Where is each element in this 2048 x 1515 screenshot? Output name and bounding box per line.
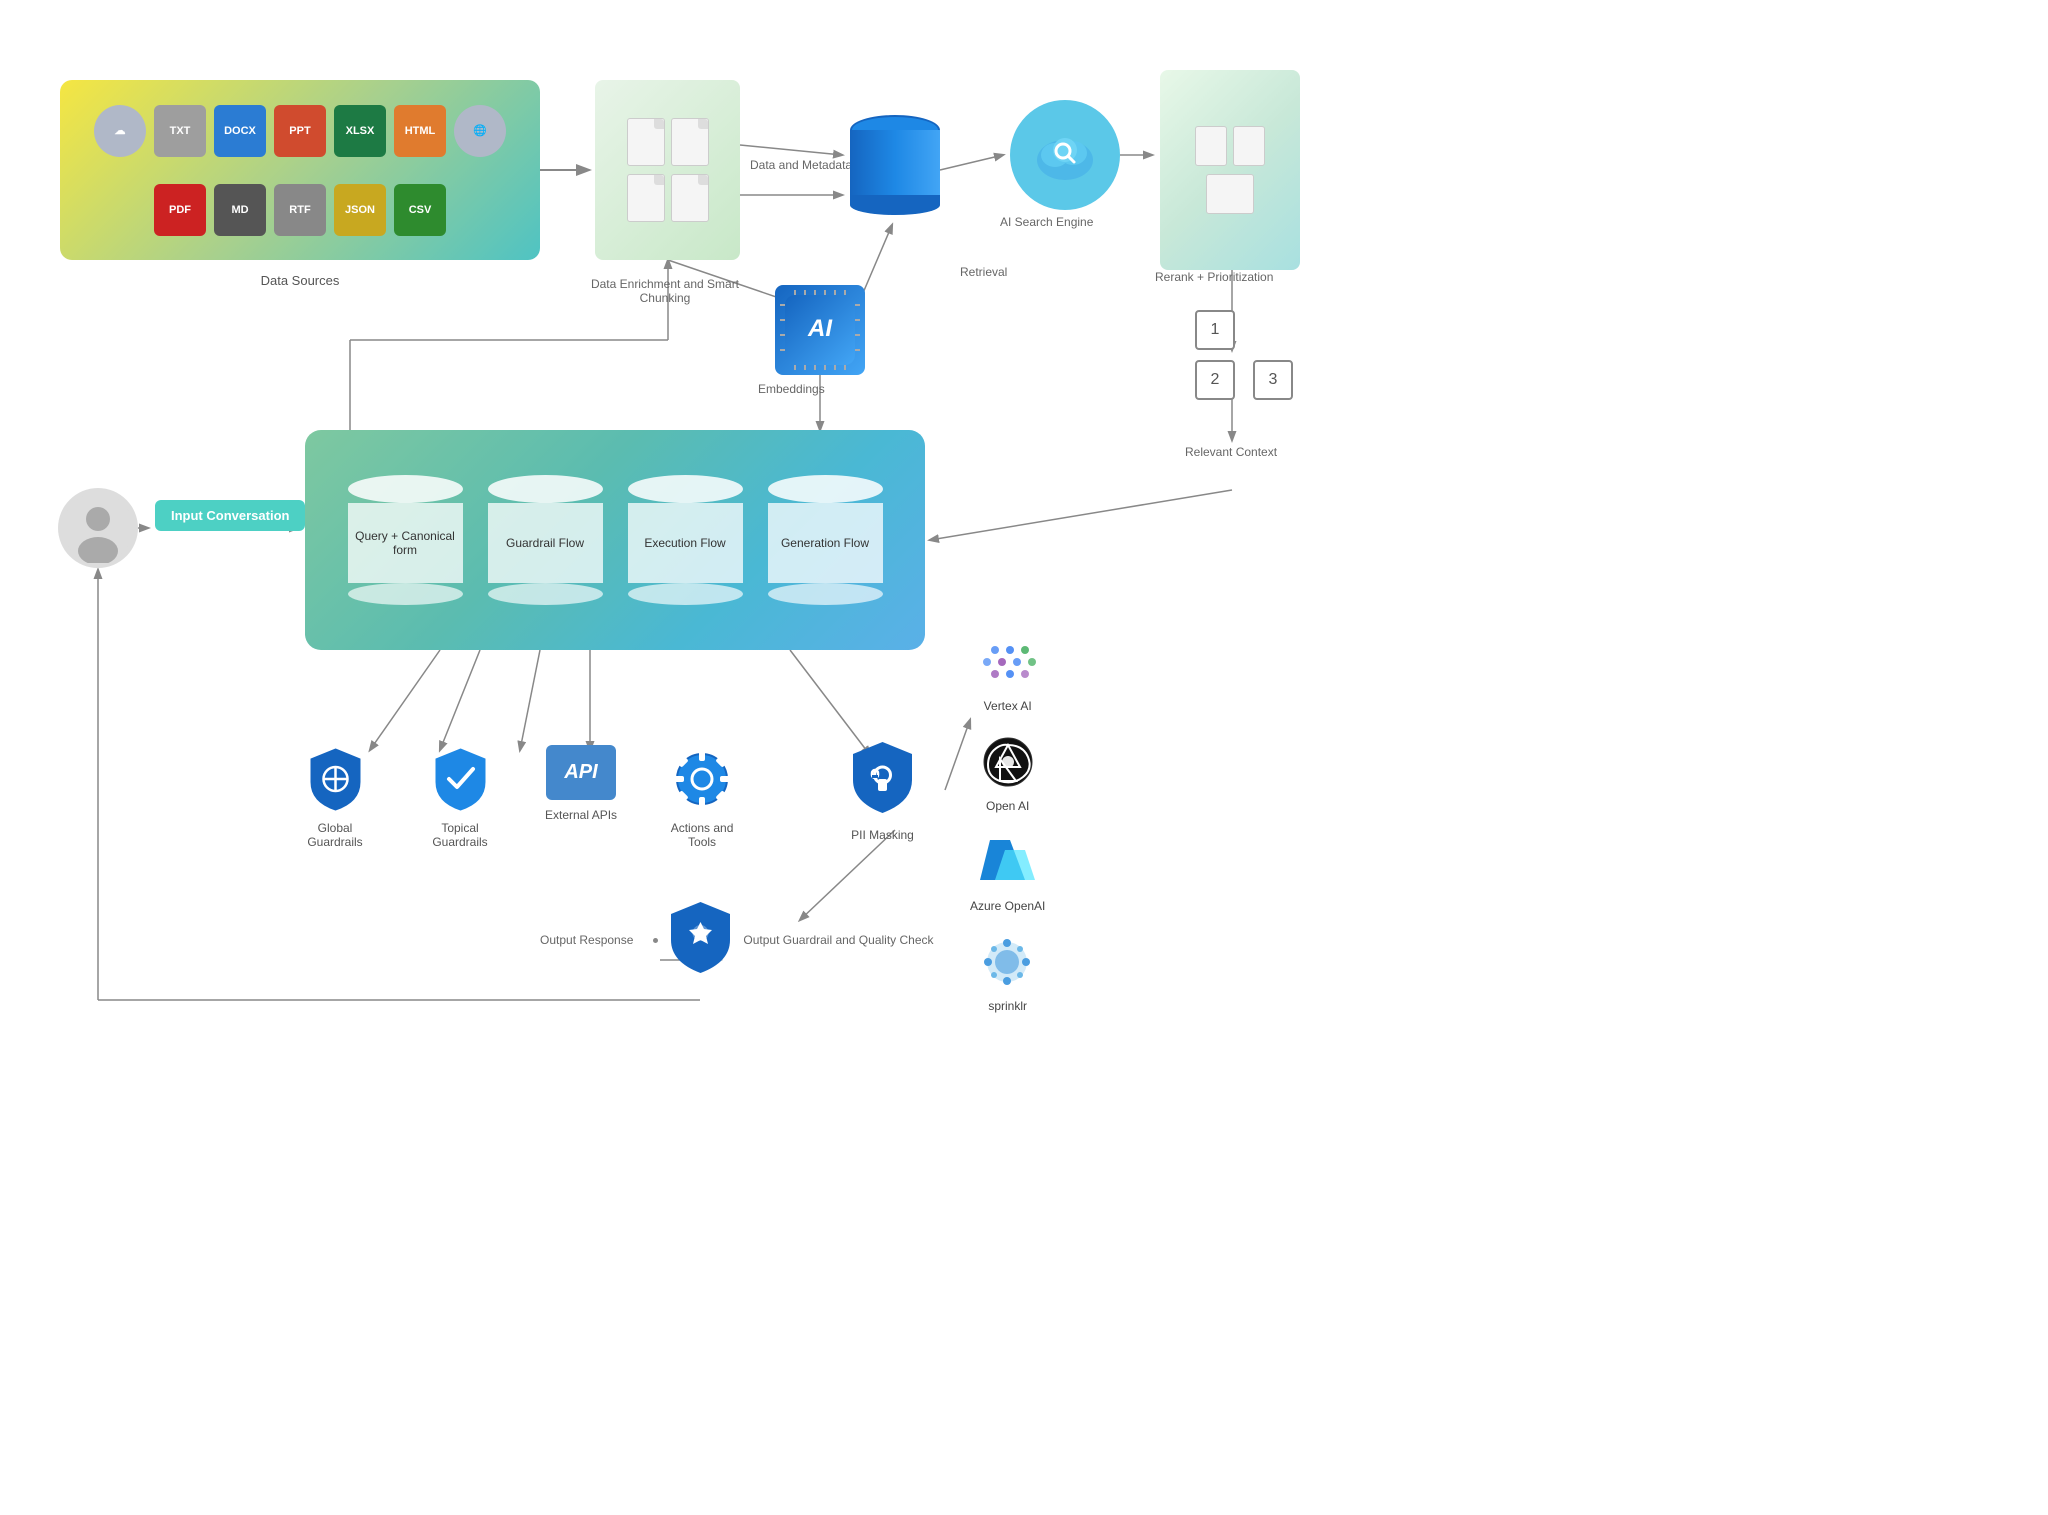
topical-guardrails-item: Topical Guardrails xyxy=(420,745,500,849)
global-guardrails-label: Global Guardrails xyxy=(295,821,375,849)
vertex-ai-label: Vertex AI xyxy=(984,699,1032,713)
sprinklr-label: sprinklr xyxy=(988,999,1027,1013)
actions-tools-item: Actions and Tools xyxy=(662,745,742,849)
docx-icon: DOCX xyxy=(214,105,266,157)
external-apis-icon: API xyxy=(546,745,616,800)
output-section: Output Response Output Guardrail and Qua… xyxy=(540,900,934,980)
rerank-doc-3 xyxy=(1206,174,1254,214)
query-cyl-body: Query + Canonical form xyxy=(348,503,463,583)
vertex-ai-item: Vertex AI xyxy=(970,640,1045,713)
ai-providers-section: Vertex AI Open AI xyxy=(970,640,1045,1013)
azure-label: Azure OpenAI xyxy=(970,899,1045,913)
ai-chip-inner: AI xyxy=(775,285,865,375)
generation-cyl-bottom xyxy=(768,583,883,605)
execution-cyl-top xyxy=(628,475,743,503)
guardrail-cyl-body: Guardrail Flow xyxy=(488,503,603,583)
ai-search-label: AI Search Engine xyxy=(1000,215,1093,229)
execution-cyl-body: Execution Flow xyxy=(628,503,743,583)
rank-2: 2 xyxy=(1195,360,1235,400)
db-bottom xyxy=(850,195,940,215)
sprinklr-item: sprinklr xyxy=(970,935,1045,1013)
openai-icon xyxy=(978,735,1038,795)
generation-cylinder: Generation Flow xyxy=(768,475,883,605)
globe-icon: 🌐 xyxy=(454,105,506,157)
generation-cyl-body: Generation Flow xyxy=(768,503,883,583)
data-metadata-label: Data and Metadata xyxy=(750,158,852,172)
doc-icon-3 xyxy=(671,118,709,166)
guardrail-cyl-bottom xyxy=(488,583,603,605)
cloud-icon: ☁ xyxy=(94,105,146,157)
rerank-doc-2 xyxy=(1233,126,1265,166)
ppt-icon: PPT xyxy=(274,105,326,157)
azure-icon xyxy=(970,835,1045,895)
pii-masking-icon xyxy=(850,740,915,820)
relevant-context-label: Relevant Context xyxy=(1185,445,1277,459)
csv-icon: CSV xyxy=(394,184,446,236)
output-guardrail-row: Output Guardrail and Quality Check xyxy=(653,900,933,980)
query-cyl-bottom xyxy=(348,583,463,605)
data-enrichment-box: Data Enrichment and Smart Chunking xyxy=(595,80,740,260)
external-apis-label: External APIs xyxy=(545,808,617,822)
vertex-ai-icon xyxy=(970,640,1045,695)
rerank-label: Rerank + Prioritization xyxy=(1155,270,1273,284)
doc-icon-4 xyxy=(671,174,709,222)
user-avatar xyxy=(58,488,138,568)
data-sources-label: Data Sources xyxy=(60,273,540,288)
guardrail-cylinder: Guardrail Flow xyxy=(488,475,603,605)
txt-icon: TXT xyxy=(154,105,206,157)
query-cylinder: Query + Canonical form xyxy=(348,475,463,605)
global-guardrails-icon xyxy=(305,745,365,813)
data-enrichment-label: Data Enrichment and Smart Chunking xyxy=(585,277,745,305)
doc-icon-2 xyxy=(627,174,665,222)
html-icon: HTML xyxy=(394,105,446,157)
input-conversation: Input Conversation xyxy=(155,500,305,531)
generation-cyl-top xyxy=(768,475,883,503)
main-flow-box: Query + Canonical form Guardrail Flow Ex… xyxy=(305,430,925,650)
pii-masking-section: PII Masking xyxy=(850,740,915,842)
topical-guardrails-label: Topical Guardrails xyxy=(420,821,500,849)
embeddings-label: Embeddings xyxy=(758,382,825,396)
sprinklr-icon xyxy=(970,935,1045,995)
query-cyl-top xyxy=(348,475,463,503)
output-response-label: Output Response xyxy=(540,933,633,947)
retrieval-label: Retrieval xyxy=(960,265,1007,279)
openai-item: Open AI xyxy=(970,735,1045,813)
data-sources-box: ☁ TXT DOCX PPT XLSX HTML 🌐 PDF MD RTF JS… xyxy=(60,80,540,260)
database-cylinder xyxy=(850,115,940,225)
svg-text:AI: AI xyxy=(807,315,833,342)
xlsx-icon: XLSX xyxy=(334,105,386,157)
ai-chip: AI xyxy=(775,285,865,375)
doc-icon-1 xyxy=(627,118,665,166)
rank-3: 3 xyxy=(1253,360,1293,400)
rank-1: 1 xyxy=(1195,310,1235,350)
topical-guardrails-icon xyxy=(430,745,490,813)
guardrails-section: Global Guardrails Topical Guardrails API… xyxy=(295,745,742,849)
actions-tools-icon xyxy=(672,745,732,813)
output-row: Output Response Output Guardrail and Qua… xyxy=(540,900,934,980)
rerank-box xyxy=(1160,70,1300,270)
execution-cylinder: Execution Flow xyxy=(628,475,743,605)
rank-numbers: 1 xyxy=(1195,310,1235,350)
diagram-container: ☁ TXT DOCX PPT XLSX HTML 🌐 PDF MD RTF JS… xyxy=(0,0,2048,1515)
json-icon: JSON xyxy=(334,184,386,236)
rerank-doc-1 xyxy=(1195,126,1227,166)
openai-label: Open AI xyxy=(986,799,1029,813)
execution-cyl-bottom xyxy=(628,583,743,605)
output-guardrail-label: Output Guardrail and Quality Check xyxy=(743,933,933,947)
azure-item: Azure OpenAI xyxy=(970,835,1045,913)
rank-nums-2: 2 3 xyxy=(1195,360,1293,400)
rtf-icon: RTF xyxy=(274,184,326,236)
pdf-icon: PDF xyxy=(154,184,206,236)
md-icon: MD xyxy=(214,184,266,236)
guardrail-cyl-top xyxy=(488,475,603,503)
pii-masking-label: PII Masking xyxy=(851,828,914,842)
global-guardrails-item: Global Guardrails xyxy=(295,745,375,849)
ai-search-cloud xyxy=(1010,100,1120,210)
actions-tools-label: Actions and Tools xyxy=(662,821,742,849)
output-guardrail-icon xyxy=(668,900,733,980)
external-apis-item: API External APIs xyxy=(545,745,617,822)
